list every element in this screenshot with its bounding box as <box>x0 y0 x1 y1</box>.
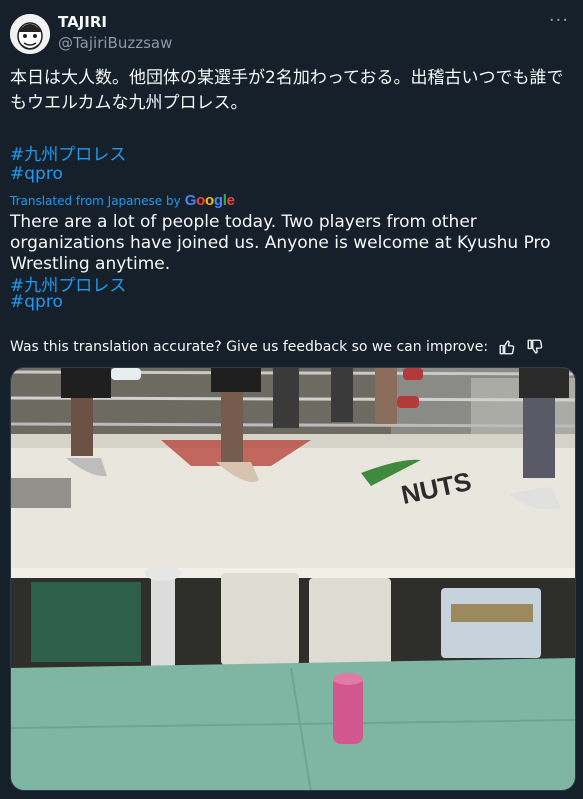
wrestling-ring-photo: NUTS <box>11 368 575 790</box>
tweet-text: 本日は大人数。他団体の某選手が2名加わっておる。出稽古いつでも誰でもウエルカムな… <box>10 68 564 113</box>
hashtag-link[interactable]: #九州プロレス <box>10 140 126 165</box>
hashtag-link[interactable]: #qpro <box>10 164 63 184</box>
google-logo-icon: Google <box>184 192 235 209</box>
more-dots-icon[interactable]: ··· <box>549 10 569 31</box>
thumbs-up-icon[interactable] <box>498 338 516 356</box>
tweet-photo[interactable]: NUTS <box>10 367 576 791</box>
thumbs-down-icon[interactable] <box>526 338 544 356</box>
avatar-caricature-icon <box>10 14 50 54</box>
user-handle[interactable]: @TajiriBuzzsaw <box>58 34 172 52</box>
translated-by-text: Translated from Japanese by <box>10 193 181 208</box>
translation-text: There are a lot of people today. Two pla… <box>10 212 551 274</box>
translation-feedback: Was this translation accurate? Give us f… <box>10 338 544 356</box>
feedback-question: Was this translation accurate? Give us f… <box>10 339 489 355</box>
display-name[interactable]: TAJIRI <box>58 13 107 31</box>
hashtag-link[interactable]: #qpro <box>10 292 63 312</box>
avatar[interactable] <box>10 14 50 54</box>
translated-by-label[interactable]: Translated from Japanese by Google <box>10 192 235 209</box>
